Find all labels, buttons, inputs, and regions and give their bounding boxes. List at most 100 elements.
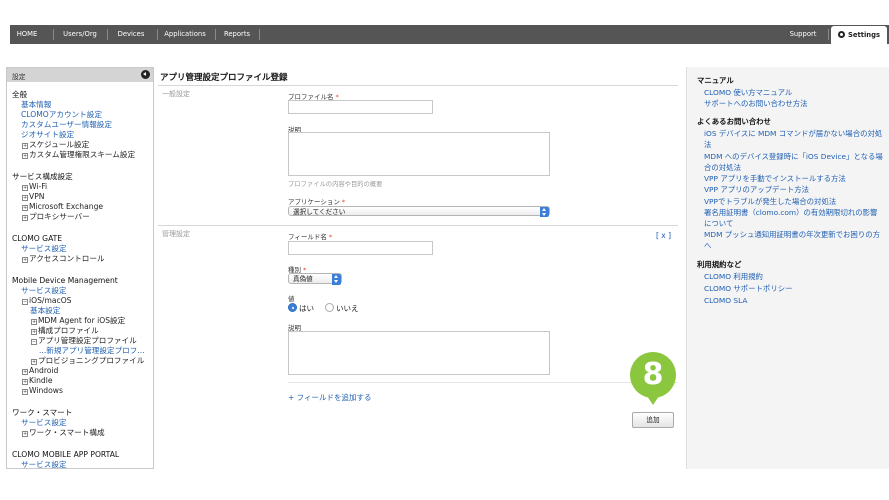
description-textarea[interactable] [288, 132, 550, 176]
sidebar-heading-work-smart: ワーク・スマート [12, 408, 73, 417]
expand-icon: + [31, 359, 37, 365]
sidebar-item-mdm-agent[interactable]: + MDM Agent for iOS設定 [31, 316, 125, 326]
help-sidebar: マニュアル CLOMO 使い方マニュアル サポートへのお問い合わせ方法 よくある… [686, 67, 889, 469]
sidebar-heading-service-config: サービス構成設定 [12, 172, 73, 181]
sidebar-heading-general: 全般 [12, 90, 28, 99]
sidebar-item-proxy[interactable]: + プロキシサーバー [22, 212, 90, 222]
nav-applications[interactable]: Applications [158, 25, 212, 44]
sidebar-item-config-profile[interactable]: + 構成プロファイル [31, 326, 99, 336]
field-name-label: フィールド名 * [288, 233, 333, 241]
radio-no-label: いいえ [336, 304, 359, 313]
sidebar-item-kindle[interactable]: + Kindle [22, 376, 53, 386]
expand-icon: + [31, 319, 37, 325]
faq-heading: よくあるお問い合わせ [697, 117, 771, 126]
remove-field-button[interactable]: [ x ] [656, 231, 671, 240]
expand-icon: + [22, 369, 28, 375]
nav-settings-tab[interactable]: Settings [831, 26, 887, 44]
sidebar-item-work-smart-config[interactable]: + ワーク・スマート構成 [22, 428, 105, 438]
select-arrows-icon [540, 207, 549, 217]
faq-link[interactable]: iOS デバイスに MDM コマンドが届かない場合の対処法 [704, 129, 884, 150]
divider [158, 85, 678, 86]
nav-divider [828, 29, 829, 40]
divider [288, 382, 678, 383]
nav-support[interactable]: Support [780, 25, 826, 44]
profile-name-input[interactable] [288, 100, 433, 114]
add-button[interactable]: 追加 [632, 412, 674, 428]
type-select[interactable]: 真偽値 [288, 273, 342, 285]
application-select-value: 選択してください [293, 208, 346, 216]
sidebar-item-portal-service[interactable]: サービス設定 [21, 460, 67, 468]
sidebar-item-basic-settings[interactable]: 基本設定 [30, 306, 60, 316]
gear-icon [837, 31, 845, 38]
collapse-icon: − [22, 299, 28, 305]
faq-link[interactable]: MDM プッシュ通知用証明書の年次更新でお困りの方へ [704, 230, 884, 251]
sidebar-item-ios-macos[interactable]: − iOS/macOS [22, 296, 72, 306]
sidebar-title: 設定 [12, 73, 26, 81]
manual-link-usage[interactable]: CLOMO 使い方マニュアル [704, 88, 884, 99]
expand-icon: + [22, 185, 28, 191]
value-label: 値 [288, 295, 295, 303]
section-label-general: 一般設定 [162, 90, 190, 98]
description-hint: プロファイルの内容や目的の概要 [288, 181, 383, 188]
expand-icon: + [22, 153, 28, 159]
faq-link[interactable]: VPP アプリを手動でインストールする方法 [704, 174, 884, 185]
add-field-link[interactable]: + フィールドを追加する [288, 392, 372, 403]
divider [158, 225, 678, 226]
sidebar-item-new-app-config[interactable]: ...新規アプリ管理設定プロフ... [39, 346, 145, 356]
terms-link-terms[interactable]: CLOMO 利用規約 [704, 272, 884, 283]
type-select-value: 真偽値 [293, 275, 313, 283]
expand-icon: + [22, 143, 28, 149]
expand-icon: + [22, 379, 28, 385]
application-label: アプリケーション * [288, 198, 346, 206]
sidebar-item-access-control[interactable]: + アクセスコントロール [22, 254, 105, 264]
nav-devices[interactable]: Devices [108, 25, 154, 44]
collapse-sidebar-icon[interactable] [141, 70, 150, 79]
sidebar-item-work-smart-service[interactable]: サービス設定 [21, 418, 67, 428]
sidebar-heading-mdm: Mobile Device Management [12, 276, 118, 285]
expand-icon: + [22, 431, 28, 437]
manual-heading: マニュアル [697, 76, 734, 85]
step-badge: 8 [630, 352, 676, 398]
sidebar-item-custom-user-info[interactable]: カスタムユーザー情報設定 [21, 120, 112, 130]
step-badge-pointer [647, 396, 659, 405]
sidebar-item-vpn[interactable]: + VPN [22, 192, 44, 202]
sidebar-item-geosite[interactable]: ジオサイト設定 [21, 130, 74, 140]
sidebar-item-app-config-profile[interactable]: − アプリ管理設定プロファイル [31, 336, 137, 346]
nav-reports[interactable]: Reports [216, 25, 258, 44]
sidebar-item-clomo-account[interactable]: CLOMOアカウント設定 [21, 110, 102, 120]
nav-home[interactable]: HOME [10, 25, 44, 44]
nav-users-org[interactable]: Users/Org [54, 25, 106, 44]
section-label-management: 管理設定 [162, 230, 190, 238]
sidebar-item-android[interactable]: + Android [22, 366, 58, 376]
field-description-textarea[interactable] [288, 331, 550, 375]
faq-link[interactable]: VPPでトラブルが発生した場合の対処法 [704, 197, 884, 208]
expand-icon: + [22, 389, 28, 395]
terms-link-sla[interactable]: CLOMO SLA [704, 296, 884, 307]
sidebar-item-custom-permission[interactable]: + カスタム管理権限スキーム設定 [22, 150, 135, 160]
terms-heading: 利用規約など [697, 260, 742, 269]
faq-link[interactable]: VPP アプリのアップデート方法 [704, 185, 884, 196]
sidebar-item-exchange[interactable]: + Microsoft Exchange [22, 202, 103, 212]
sidebar-item-windows[interactable]: + Windows [22, 386, 63, 396]
sidebar-item-gate-service[interactable]: サービス設定 [21, 244, 67, 254]
sidebar-item-wifi[interactable]: + Wi-Fi [22, 182, 47, 192]
faq-link[interactable]: 署名用証明書（clomo.com）の有効期限切れの影響について [704, 208, 884, 229]
sidebar-heading-app-portal: CLOMO MOBILE APP PORTAL [12, 450, 120, 459]
collapse-icon: − [31, 339, 37, 345]
radio-yes[interactable] [288, 303, 297, 312]
sidebar-item-provisioning[interactable]: + プロビジョニングプロファイル [31, 356, 144, 366]
sidebar-item-basic-info[interactable]: 基本情報 [21, 100, 51, 110]
sidebar-header: 設定 [7, 68, 153, 82]
nav-divider [259, 29, 260, 40]
field-name-input[interactable] [288, 241, 433, 255]
sidebar-heading-clomo-gate: CLOMO GATE [12, 234, 63, 243]
faq-link[interactable]: MDM へのデバイス登録時に「iOS Device」となる場合の対処法 [704, 152, 884, 173]
terms-link-policy[interactable]: CLOMO サポートポリシー [704, 284, 884, 295]
manual-link-support[interactable]: サポートへのお問い合わせ方法 [704, 99, 884, 110]
sidebar-item-mdm-service[interactable]: サービス設定 [21, 286, 67, 296]
application-select[interactable]: 選択してください [288, 206, 550, 217]
radio-yes-label: はい [299, 304, 314, 313]
nav-settings-label: Settings [847, 31, 881, 39]
sidebar-item-schedule[interactable]: + スケジュール設定 [22, 140, 89, 150]
radio-no[interactable] [325, 303, 334, 312]
